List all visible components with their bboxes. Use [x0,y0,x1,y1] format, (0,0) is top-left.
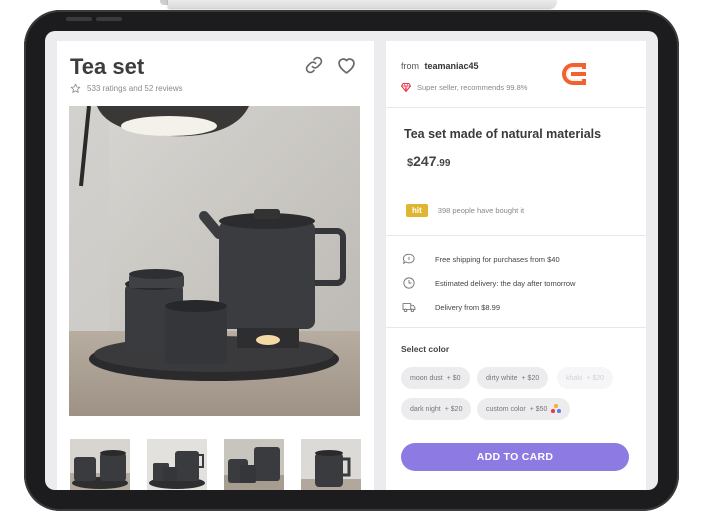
estimated-delivery-text: Estimated delivery: the day after tomorr… [435,278,576,288]
color-option-name: dark night [410,405,441,413]
thumbnail-3[interactable] [224,439,284,490]
add-to-cart-button[interactable]: ADD TO CARD [401,443,629,471]
seller-row: from teamaniac45 [401,61,479,71]
price-cents: .99 [436,158,451,169]
divider [386,107,646,108]
thumbnail-1[interactable] [70,439,130,490]
select-color-title: Select color [401,344,450,354]
rating-row[interactable]: 533 ratings and 52 reviews [70,83,183,94]
product-gallery-panel: Tea set 533 ratings and 52 reviews [57,41,374,490]
price-whole: 247 [413,153,437,169]
volume-button [66,17,92,21]
product-title: Tea set [70,54,145,79]
thumbnail-4[interactable] [301,439,361,490]
color-option-khaki: khaki + $20 [557,367,614,389]
product-main-photo[interactable] [69,106,360,416]
estimated-delivery-row: Estimated delivery: the day after tomorr… [402,277,575,289]
color-option-name: moon dust [410,374,443,382]
volume-button [96,17,122,21]
chat-bubble-icon [402,253,415,265]
link-icon[interactable] [304,55,324,75]
thumbnail-strip [70,439,361,490]
color-option-extra: + $20 [444,405,463,413]
star-icon [70,83,81,93]
color-option-moon-dust[interactable]: moon dust + $0 [401,367,470,389]
heart-icon[interactable] [336,55,357,75]
seller-badge-row: Super seller, recommends 99.8% [401,83,527,92]
diamond-icon [401,83,411,92]
product-details-panel: from teamaniac45 Super seller, recommend… [386,41,646,490]
shipping-text: Free shipping for purchases from $40 [435,254,560,264]
hit-row: hit 398 people have bought it [406,204,524,217]
color-option-extra: + $50 [529,405,548,413]
color-option-extra: + $20 [521,374,540,382]
thumbnail-2[interactable] [147,439,207,490]
bought-count: 398 people have bought it [437,206,525,215]
clock-icon [403,277,415,289]
product-name: Tea set made of natural materials [404,127,602,141]
price: $247.99 [407,153,450,171]
divider [386,327,646,328]
color-option-dark-night[interactable]: dark night + $20 [401,398,472,420]
seller-name[interactable]: teamaniac45 [425,61,479,71]
color-option-dirty-white[interactable]: dirty white + $20 [477,367,549,389]
hit-badge: hit [406,204,428,217]
apple-pencil [168,0,556,8]
rating-text: 533 ratings and 52 reviews [87,84,183,93]
color-option-name: dirty white [486,374,518,382]
color-option-name: khaki [566,374,583,382]
color-option-custom-color[interactable]: custom color + $50 [477,398,571,420]
divider [386,235,646,236]
color-option-extra: + $20 [586,374,605,382]
app-screen: Tea set 533 ratings and 52 reviews from … [45,31,658,490]
color-palette-icon [551,404,561,414]
truck-icon [402,303,416,313]
from-label: from [401,61,419,71]
seller-logo[interactable] [556,59,590,89]
seller-badge-text: Super seller, recommends 99.8% [417,83,528,92]
color-option-extra: + $0 [446,374,461,382]
delivery-cost-row: Delivery from $8.99 [402,301,500,313]
shipping-info-row: Free shipping for purchases from $40 [402,253,560,265]
delivery-cost-text: Delivery from $8.99 [435,302,501,312]
color-option-name: custom color [486,405,526,413]
